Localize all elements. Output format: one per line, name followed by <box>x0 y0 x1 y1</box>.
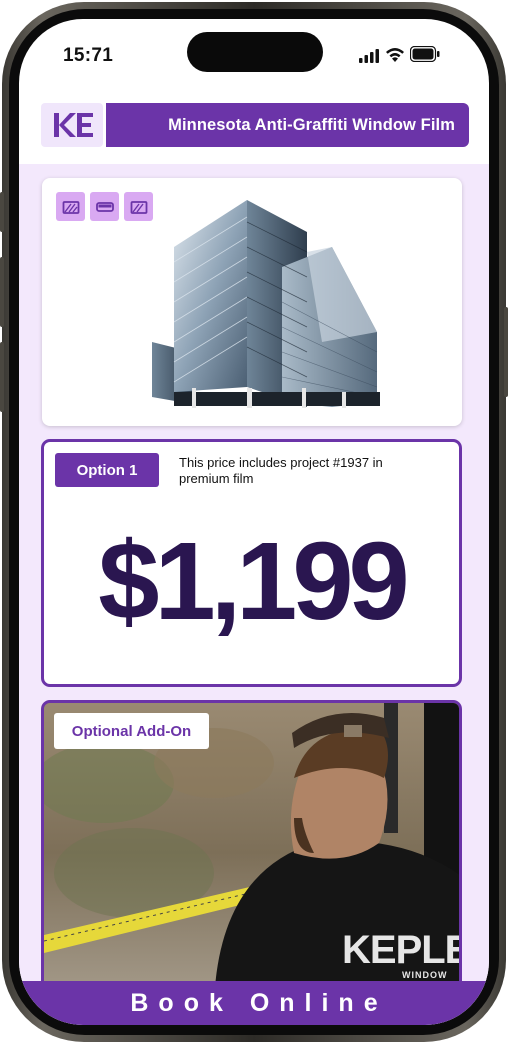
option-1-button[interactable]: Option 1 <box>55 453 159 487</box>
page-title: Minnesota Anti-Graffiti Window Film <box>168 115 455 134</box>
book-online-button[interactable]: Book Online <box>19 981 489 1025</box>
window-film-icon[interactable] <box>56 192 85 221</box>
option-description: This price includes project #1937 in pre… <box>179 455 383 486</box>
tint-icon[interactable] <box>90 192 119 221</box>
optional-addon-card[interactable]: Optional Add-On KEPLE WINDOW <box>41 700 462 1000</box>
price-amount: $1,199 <box>98 520 409 643</box>
main-content: Option 1 This price includes project #19… <box>19 164 489 1025</box>
header-title-bar: Minnesota Anti-Graffiti Window Film <box>106 103 469 147</box>
wifi-icon <box>386 48 404 62</box>
signal-icon <box>359 49 379 63</box>
shirt-subtext: WINDOW <box>402 970 448 980</box>
volume-up-button <box>0 257 4 327</box>
shirt-logo-text: KEPLE <box>342 928 462 972</box>
office-building-image <box>152 200 380 408</box>
screen: 15:71 Minnesota Anti-Graffiti Window Fil… <box>19 19 489 1025</box>
brand-logo[interactable] <box>41 103 103 147</box>
dynamic-island <box>187 32 323 72</box>
book-online-label: Book Online <box>130 988 388 1017</box>
phone-frame: 15:71 Minnesota Anti-Graffiti Window Fil… <box>0 2 508 1042</box>
action-button <box>0 192 4 232</box>
power-button <box>504 307 508 397</box>
status-time: 15:71 <box>63 45 114 66</box>
optional-addon-label[interactable]: Optional Add-On <box>54 713 209 749</box>
product-image-card <box>42 178 462 426</box>
volume-down-button <box>0 342 4 412</box>
battery-icon <box>410 46 440 62</box>
phone-bezel: 15:71 Minnesota Anti-Graffiti Window Fil… <box>9 9 499 1035</box>
price-option-card[interactable]: Option 1 This price includes project #19… <box>41 439 462 687</box>
status-bar: 15:71 <box>19 19 489 89</box>
ke-logo-icon <box>54 113 93 137</box>
